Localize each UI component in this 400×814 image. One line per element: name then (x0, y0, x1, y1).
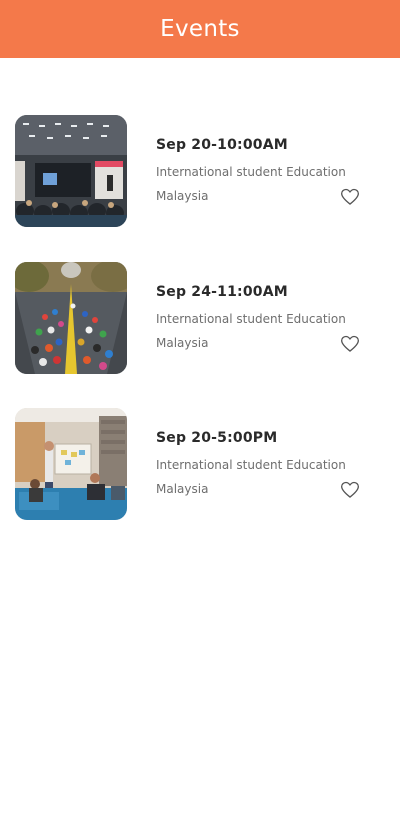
heart-outline-icon (341, 481, 359, 498)
heart-outline-icon (341, 188, 359, 205)
event-title: International student Education (156, 165, 346, 179)
event-date: Sep 24-11:00AM (156, 284, 288, 300)
event-image-conference (15, 115, 127, 227)
app-header: Events (0, 0, 400, 58)
event-location: Malaysia (156, 336, 209, 350)
event-date: Sep 20-10:00AM (156, 137, 288, 153)
event-card[interactable]: Sep 24-11:00AM International student Edu… (0, 262, 400, 374)
event-card[interactable]: Sep 20-10:00AM International student Edu… (0, 115, 400, 227)
event-title: International student Education (156, 312, 346, 326)
event-card[interactable]: Sep 20-5:00PM International student Educ… (0, 408, 400, 520)
event-location: Malaysia (156, 189, 209, 203)
event-image-office (15, 408, 127, 520)
event-date: Sep 20-5:00PM (156, 430, 278, 446)
heart-outline-icon (341, 335, 359, 352)
favorite-button[interactable] (340, 480, 360, 500)
event-title: International student Education (156, 458, 346, 472)
page-title: Events (160, 16, 240, 42)
favorite-button[interactable] (340, 187, 360, 207)
event-location: Malaysia (156, 482, 209, 496)
favorite-button[interactable] (340, 334, 360, 354)
event-image-marathon (15, 262, 127, 374)
